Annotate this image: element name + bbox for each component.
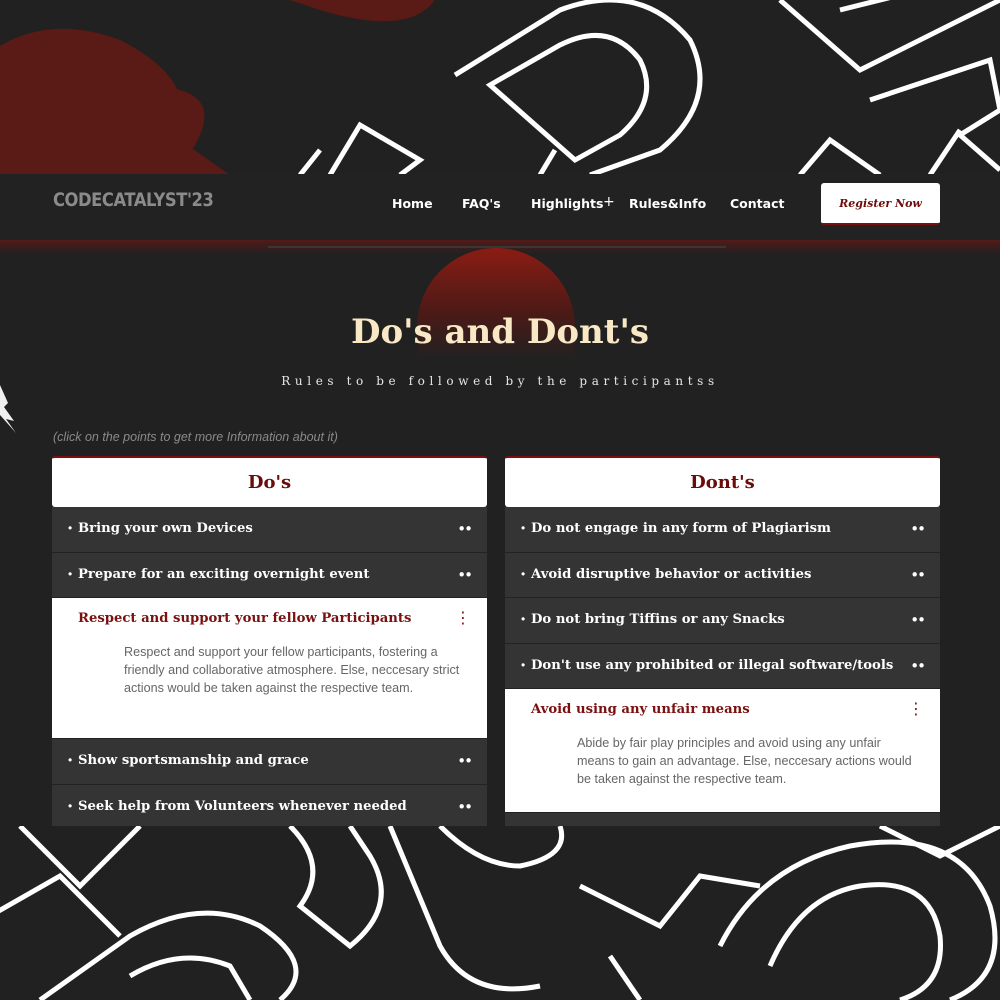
expand-dots-icon[interactable]: •• xyxy=(457,520,473,538)
donts-column: Dont's • Do not engage in any form of Pl… xyxy=(505,456,940,826)
donts-item-label: Avoid disruptive behavior or activities xyxy=(531,566,812,582)
bullet-icon: • xyxy=(521,612,526,626)
dos-item-bring-devices[interactable]: • Bring your own Devices •• xyxy=(52,507,487,553)
expand-dots-icon[interactable]: •• xyxy=(910,566,926,584)
donts-item-unfair-means[interactable]: Avoid using any unfair means ⋮ Abide by … xyxy=(505,689,940,813)
dos-item-label: Respect and support your fellow Particip… xyxy=(78,611,412,626)
bullet-icon: • xyxy=(68,521,73,535)
dos-item-seek-help[interactable]: • Seek help from Volunteers whenever nee… xyxy=(52,784,487,826)
donts-heading: Dont's xyxy=(505,456,940,507)
bullet-icon: • xyxy=(521,657,526,672)
dos-item-overnight-event[interactable]: • Prepare for an exciting overnight even… xyxy=(52,552,487,598)
bullet-icon: • xyxy=(521,566,526,581)
bullet-icon: • xyxy=(68,753,73,767)
dos-item-label: Seek help from Volunteers whenever neede… xyxy=(78,798,407,814)
expand-dots-icon[interactable]: •• xyxy=(457,752,473,770)
dos-heading: Do's xyxy=(52,456,487,507)
expand-dots-icon[interactable]: •• xyxy=(910,611,926,629)
decorative-background-top xyxy=(0,0,1000,175)
donts-item-label: Don't use any prohibited or illegal soft… xyxy=(531,657,894,673)
dos-item-label: Bring your own Devices xyxy=(78,521,253,536)
dos-item-label: Show sportsmanship and grace xyxy=(78,753,309,768)
nav-link-contact[interactable]: Contact xyxy=(730,196,784,211)
donts-item-plagiarism[interactable]: • Do not engage in any form of Plagiaris… xyxy=(505,507,940,553)
nav-link-rules-info[interactable]: Rules&Info xyxy=(629,196,706,211)
bullet-icon: • xyxy=(68,566,73,581)
nav-link-faqs[interactable]: FAQ's xyxy=(462,196,501,211)
bullet-icon: • xyxy=(521,521,526,535)
nav-link-home[interactable]: Home xyxy=(392,196,433,211)
donts-item-disruptive-behavior[interactable]: • Avoid disruptive behavior or activitie… xyxy=(505,552,940,598)
expand-dots-icon[interactable]: •• xyxy=(457,566,473,584)
site-logo[interactable]: CODECATALYST'23 xyxy=(53,189,214,211)
expand-dots-icon[interactable]: •• xyxy=(457,798,473,816)
decorative-scratch-mark xyxy=(0,385,16,433)
donts-item-label: Do not bring Tiffins or any Snacks xyxy=(531,612,785,627)
dos-item-label: Prepare for an exciting overnight event xyxy=(78,566,370,582)
decorative-background-bottom xyxy=(0,826,1000,1000)
dos-column: Do's • Bring your own Devices •• • Prepa… xyxy=(52,456,487,826)
expand-dots-icon[interactable]: •• xyxy=(910,657,926,675)
bullet-icon: • xyxy=(68,798,73,813)
dos-item-respect-participants[interactable]: Respect and support your fellow Particip… xyxy=(52,598,487,739)
donts-item-tiffins-snacks[interactable]: • Do not bring Tiffins or any Snacks •• xyxy=(505,598,940,644)
donts-item-partial xyxy=(505,813,940,826)
register-now-button[interactable]: Register Now xyxy=(821,183,940,225)
collapse-dots-icon[interactable]: ⋮ xyxy=(455,608,471,627)
page-title: Do's and Dont's xyxy=(350,312,650,352)
collapse-dots-icon[interactable]: ⋮ xyxy=(908,699,924,718)
nav-link-highlights[interactable]: Highlights xyxy=(531,196,603,211)
expand-dots-icon[interactable]: •• xyxy=(910,520,926,538)
donts-item-label: Avoid using any unfair means xyxy=(531,702,750,717)
page-subtitle: Rules to be followed by the participants… xyxy=(281,374,719,388)
instruction-hint: (click on the points to get more Informa… xyxy=(53,430,338,444)
dos-item-sportsmanship[interactable]: • Show sportsmanship and grace •• xyxy=(52,739,487,785)
donts-item-label: Do not engage in any form of Plagiarism xyxy=(531,521,832,536)
donts-item-prohibited-software[interactable]: • Don't use any prohibited or illegal so… xyxy=(505,643,940,689)
highlights-expand-icon[interactable]: + xyxy=(603,194,615,210)
